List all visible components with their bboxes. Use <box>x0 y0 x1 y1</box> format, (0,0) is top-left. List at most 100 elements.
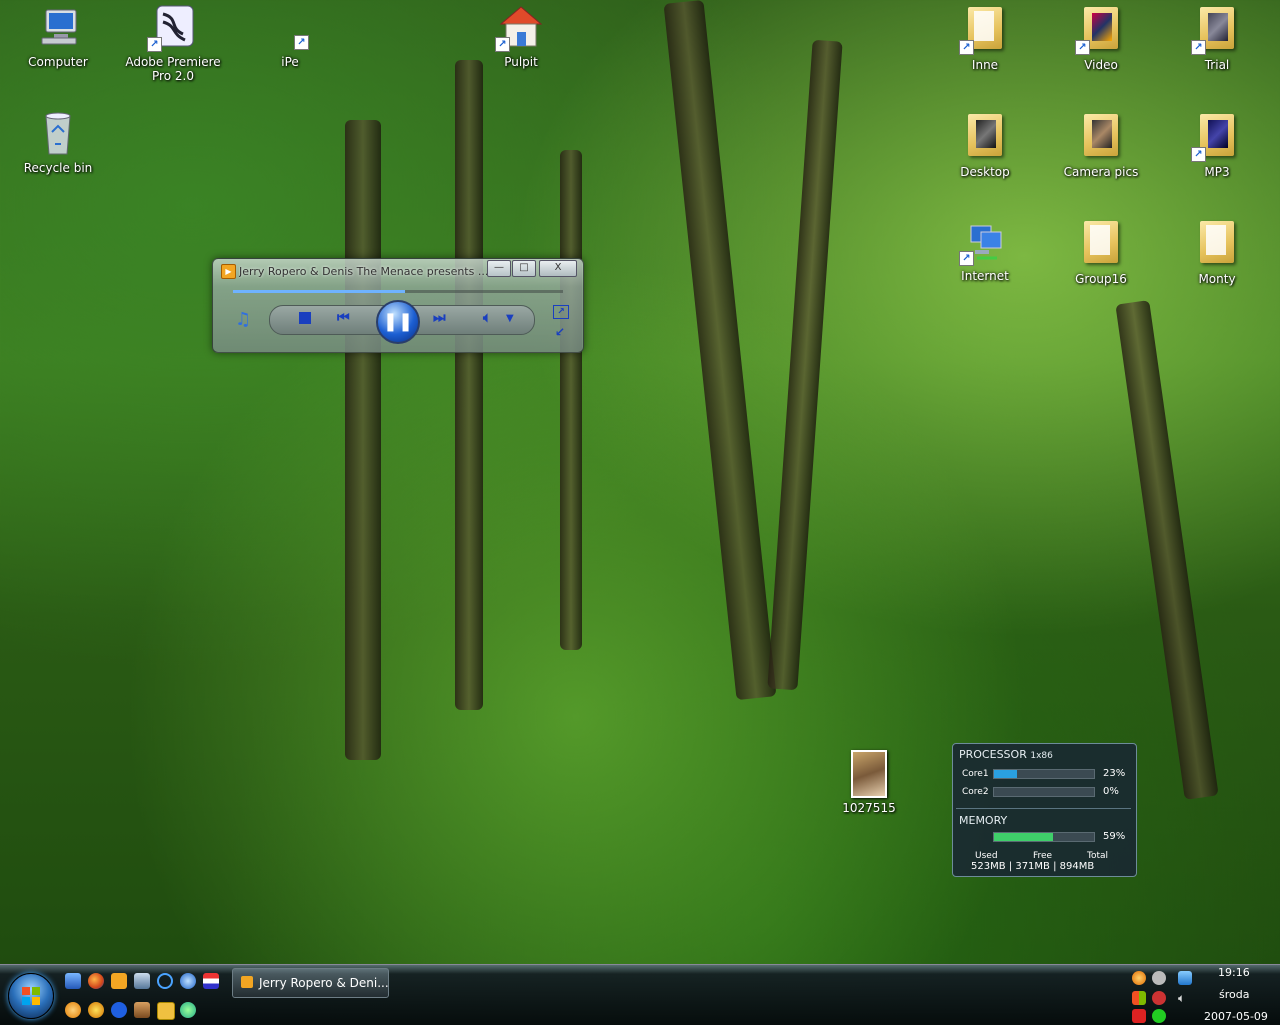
total-value: 894MB <box>1059 861 1095 872</box>
cpu-meter-gadget[interactable]: PROCESSOR 1x86 Core1 23% Core2 0% MEMORY… <box>952 743 1137 877</box>
tray-windows-icon[interactable] <box>1132 991 1146 1005</box>
music-note-icon[interactable]: ♫ <box>235 309 251 330</box>
memory-stats: 523MB | 371MB | 894MB <box>971 861 1094 872</box>
core1-value: 23% <box>1103 768 1126 779</box>
seek-bar-fill <box>233 290 405 293</box>
used-value: 523MB <box>971 861 1006 872</box>
background-tree <box>345 120 381 760</box>
desktop-icon-desktop[interactable]: Desktop <box>930 111 1040 179</box>
next-button[interactable]: ⏭ <box>433 310 446 326</box>
desktop-icon-recycle-bin[interactable]: Recycle bin <box>3 110 113 175</box>
media-player-window[interactable]: ▶ Jerry Ropero & Denis The Menace presen… <box>212 258 584 353</box>
tray-red-flag-icon[interactable] <box>1132 1009 1146 1023</box>
desktop-icon-photo[interactable]: 1027515 <box>814 750 924 815</box>
folder-icon: ↗ <box>1075 7 1125 55</box>
folder-icon: ↗ <box>1191 7 1241 55</box>
search-icon[interactable] <box>157 973 173 989</box>
winamp-icon[interactable] <box>134 1002 150 1018</box>
desktop-icon-label: Trial <box>1204 58 1230 72</box>
background-tree <box>767 39 843 691</box>
core2-bar <box>993 787 1095 797</box>
desktop-icon-label: Camera pics <box>1063 165 1139 179</box>
maximize-button[interactable]: □ <box>512 260 536 277</box>
meter-divider <box>956 808 1131 809</box>
desktop-icon-computer[interactable]: Computer <box>3 4 113 69</box>
desktop-icon-video[interactable]: ↗ Video <box>1046 4 1156 72</box>
free-label: Free <box>1033 851 1053 861</box>
desktop-icon-label: Internet <box>961 269 1009 283</box>
core2-value: 0% <box>1103 786 1119 797</box>
volume-dropdown-icon[interactable]: ▼ <box>506 313 514 324</box>
desktop-icon-label: Pulpit <box>504 55 538 69</box>
pause-button[interactable]: ❚❚ <box>376 300 420 344</box>
shortcut-arrow-icon: ↗ <box>959 251 974 266</box>
desktop-icon-label: Group16 <box>1075 272 1127 286</box>
desktop-icon-trial[interactable]: ↗ Trial <box>1162 4 1272 72</box>
tray-security-icon[interactable] <box>1152 1009 1166 1023</box>
tray-user-icon[interactable] <box>1152 971 1166 985</box>
folder-icon: ↗ <box>959 7 1009 55</box>
desktop-icon-pulpit[interactable]: ↗ Pulpit <box>466 4 576 69</box>
total-label: Total <box>1087 851 1109 861</box>
adobe-premiere-icon: ↗ <box>147 4 197 52</box>
desktop-icon-mp3[interactable]: ↗ MP3 <box>1162 111 1272 179</box>
stop-button[interactable] <box>299 312 311 324</box>
memory-label: MEMORY <box>959 814 1008 827</box>
home-folder-icon: ↗ <box>495 4 545 52</box>
media-player-quicklaunch-icon[interactable] <box>111 973 127 989</box>
restore-mini-icon[interactable]: ↙ <box>555 325 565 339</box>
memory-value: 59% <box>1103 831 1126 842</box>
windows-logo-icon <box>22 987 40 1005</box>
volume-icon[interactable]: 🔈︎ <box>483 310 491 326</box>
start-button[interactable] <box>8 973 54 1019</box>
background-tree <box>455 60 483 710</box>
clock-day[interactable]: środa <box>1219 988 1249 1001</box>
switch-windows-icon[interactable] <box>134 973 150 989</box>
shortcut-arrow-icon: ↗ <box>294 35 309 50</box>
core1-bar <box>993 769 1095 779</box>
network-icon: ↗ <box>959 218 1009 266</box>
clock-app-icon[interactable] <box>157 1002 175 1020</box>
minimize-button[interactable]: — <box>487 260 511 277</box>
seek-bar[interactable] <box>233 290 563 293</box>
previous-button[interactable]: ⏮ <box>337 310 350 326</box>
core2-label: Core2 <box>962 787 989 797</box>
desktop-icon-label: Desktop <box>960 165 1010 179</box>
volume-icon[interactable]: 🔈︎ <box>1178 991 1192 1005</box>
core1-label: Core1 <box>962 769 989 779</box>
background-tree <box>663 0 777 701</box>
memory-bar <box>993 832 1095 842</box>
close-button[interactable]: X <box>539 260 577 277</box>
desktop-icon-group16[interactable]: Group16 <box>1046 218 1156 286</box>
show-desktop-icon[interactable] <box>65 973 81 989</box>
smiley-app-icon[interactable] <box>88 1002 104 1018</box>
taskbar-button-media-player[interactable]: Jerry Ropero & Deni... <box>232 968 389 998</box>
messenger-icon[interactable] <box>180 1002 196 1018</box>
desktop-icon-monty[interactable]: Monty <box>1162 218 1272 286</box>
clock-time[interactable]: 19:16 <box>1218 966 1250 979</box>
clock-date[interactable]: 2007-05-09 <box>1204 1010 1268 1023</box>
flag-app-icon[interactable] <box>203 973 219 989</box>
orange-app-icon[interactable] <box>65 1002 81 1018</box>
desktop-icon-adobe-premiere[interactable]: ↗ Adobe Premiere Pro 2.0 <box>118 4 228 83</box>
media-player-icon: ▶ <box>221 264 236 279</box>
separator: | <box>1053 861 1057 872</box>
desktop-icon-internet[interactable]: ↗ Internet <box>930 218 1040 283</box>
computer-icon <box>34 4 82 52</box>
media-player-icon <box>241 976 253 988</box>
desktop-icon-camera-pics[interactable]: Camera pics <box>1046 111 1156 179</box>
internet-explorer-icon[interactable] <box>180 973 196 989</box>
tray-bug-icon[interactable] <box>1152 991 1166 1005</box>
desktop-icon-inne[interactable]: ↗ Inne <box>930 4 1040 72</box>
desktop-icon-label: Monty <box>1198 272 1236 286</box>
tray-network-icon[interactable] <box>1178 971 1192 985</box>
image-file-icon <box>845 750 893 798</box>
folder-icon <box>961 114 1009 162</box>
tray-orange-icon[interactable] <box>1132 971 1146 985</box>
desktop-icon-ipe[interactable]: ↗ iPe <box>235 4 345 69</box>
ipe-icon: ↗ <box>266 4 314 52</box>
switch-to-full-mode-icon[interactable]: ↗ <box>553 305 569 319</box>
firefox-icon[interactable] <box>88 973 104 989</box>
bluetooth-icon[interactable] <box>111 1002 127 1018</box>
folder-icon <box>1077 221 1125 269</box>
